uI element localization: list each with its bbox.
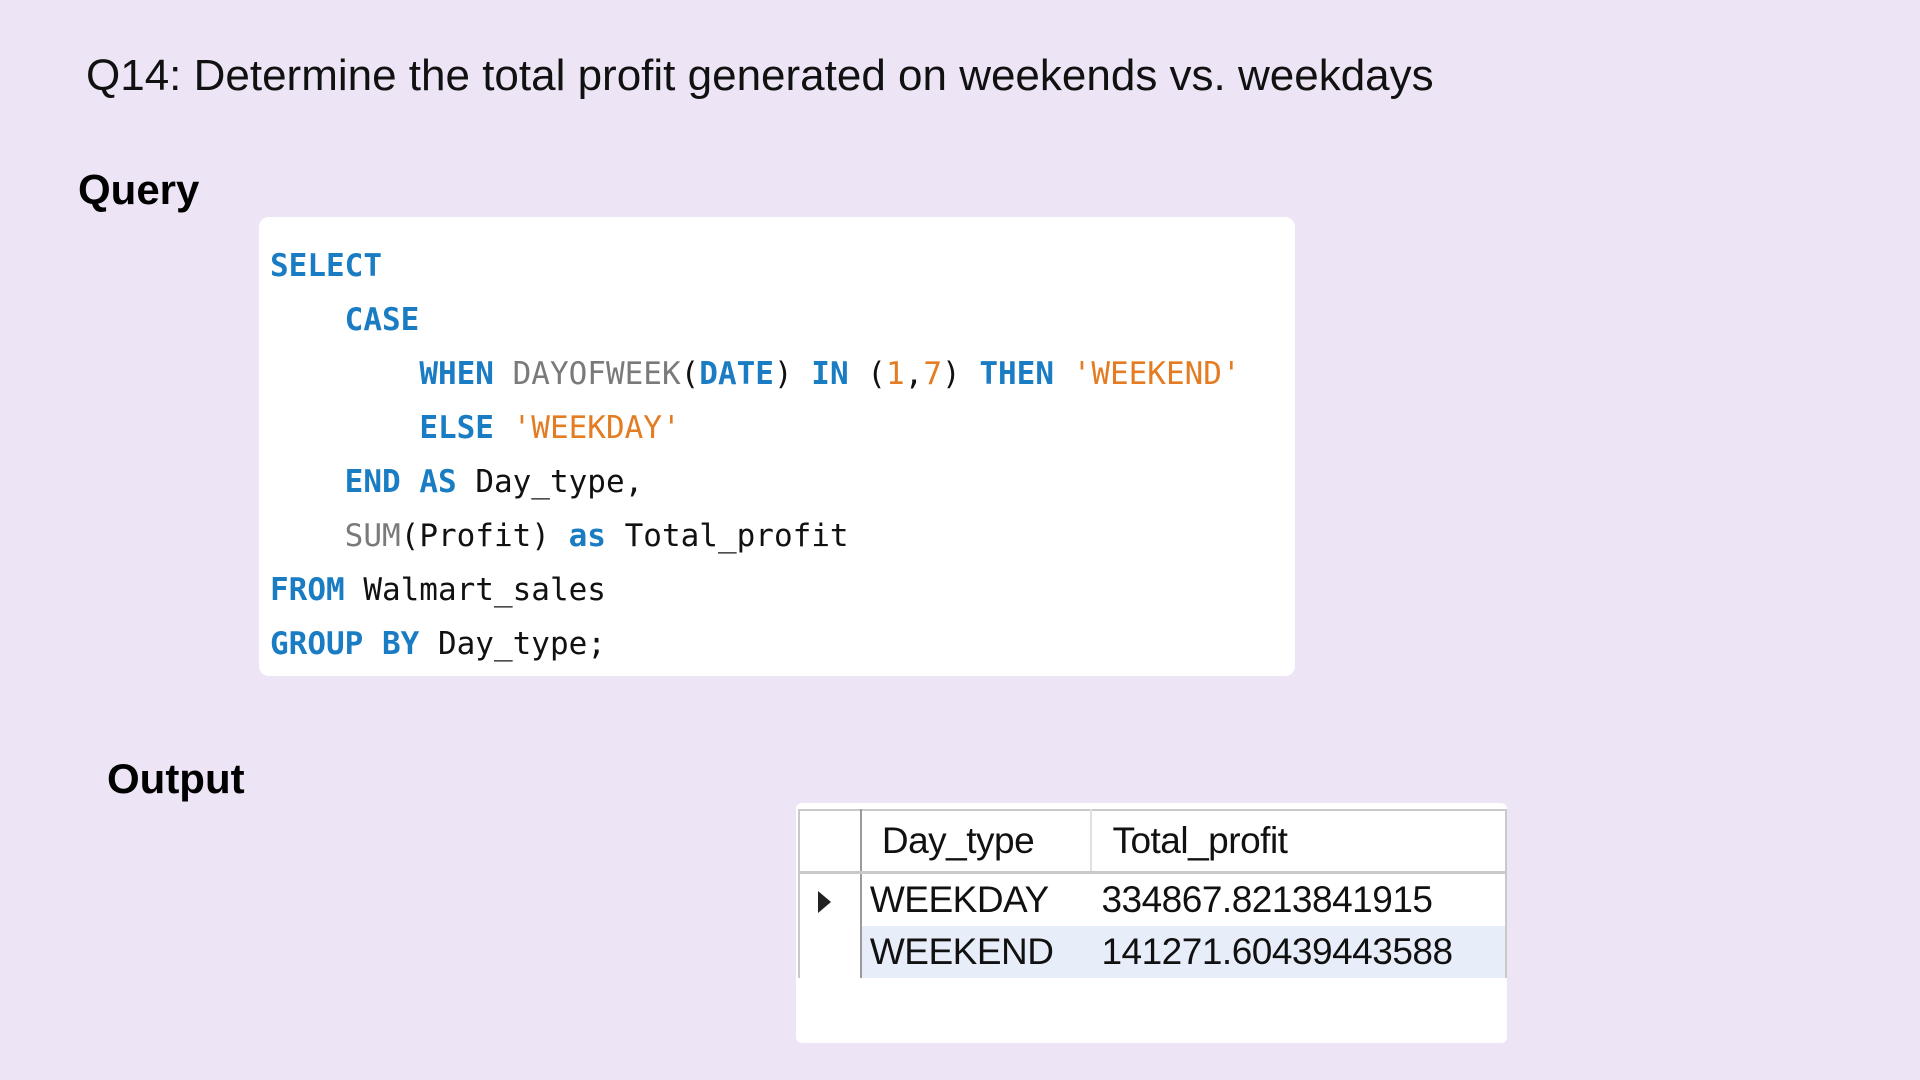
code-token: Total_profit [605,518,849,554]
column-header-total-profit[interactable]: Total_profit [1091,809,1507,874]
code-token: as [568,518,606,554]
code-token: DAYOFWEEK [512,356,681,392]
code-token: THEN [979,356,1054,392]
code-token: AS [419,464,457,500]
code-token: SUM [344,518,401,554]
result-grid-panel: Day_type Total_profit WEEKDAY 334867.8213… [796,803,1507,1043]
sql-code-block: SELECT CASE WHEN DAYOFWEEK(DATE) IN (1,7… [259,217,1295,676]
row-marker-header [798,809,862,874]
output-heading: Output [107,755,245,802]
code-token: IN [811,356,849,392]
code-token: ( [867,356,886,392]
code-line: WHEN DAYOFWEEK(DATE) IN (1,7) THEN 'WEEK… [270,347,1295,401]
code-token: 7 [923,356,942,392]
code-line: FROM Walmart_sales [270,563,1295,617]
current-row-arrow-icon [818,891,831,914]
cell-total-profit[interactable]: 141271.60439443588 [1091,926,1507,978]
result-grid: Day_type Total_profit WEEKDAY 334867.8213… [798,809,1507,978]
table-row[interactable]: WEEKDAY 334867.8213841915 [798,872,1507,927]
page-title: Q14: Determine the total profit generate… [86,51,1434,100]
code-token: 1 [885,356,905,392]
code-token: ) [941,356,961,392]
query-heading: Query [78,166,200,213]
code-line: END AS Day_type, [270,455,1295,509]
code-token: 'WEEKDAY' [512,410,681,446]
code-token: CASE [344,302,420,338]
code-line: ELSE 'WEEKDAY' [270,401,1295,455]
code-line: GROUP BY Day_type; [270,617,1295,671]
code-token: ) [773,356,793,392]
code-token: 'WEEKEND' [1072,356,1241,392]
code-line: SELECT [270,239,1295,293]
cell-day-type[interactable]: WEEKDAY [861,873,1092,927]
code-token: SELECT [270,248,382,284]
code-token: FROM [270,572,345,608]
cell-day-type[interactable]: WEEKEND [860,926,1092,978]
code-token: DATE [699,356,774,392]
code-token: ( [680,356,700,392]
code-token: END [344,464,401,500]
code-line: CASE [270,293,1295,347]
code-token: Day_type, [456,464,644,500]
column-header-day-type[interactable]: Day_type [860,809,1093,874]
code-token: Day_type; [419,626,606,662]
row-marker[interactable] [798,926,862,978]
cell-total-profit[interactable]: 334867.8213841915 [1091,872,1507,926]
code-token: ELSE [419,410,494,446]
code-token: Walmart_sales [344,572,606,608]
code-line: SUM(Profit) as Total_profit [270,509,1295,563]
code-token: , [904,356,924,392]
code-token: (Profit) [400,518,550,554]
table-row[interactable]: WEEKEND 141271.60439443588 [798,926,1507,978]
row-marker[interactable] [798,872,862,926]
code-token: GROUP BY [270,626,420,662]
code-token: WHEN [419,356,494,392]
result-header-row: Day_type Total_profit [798,809,1507,874]
